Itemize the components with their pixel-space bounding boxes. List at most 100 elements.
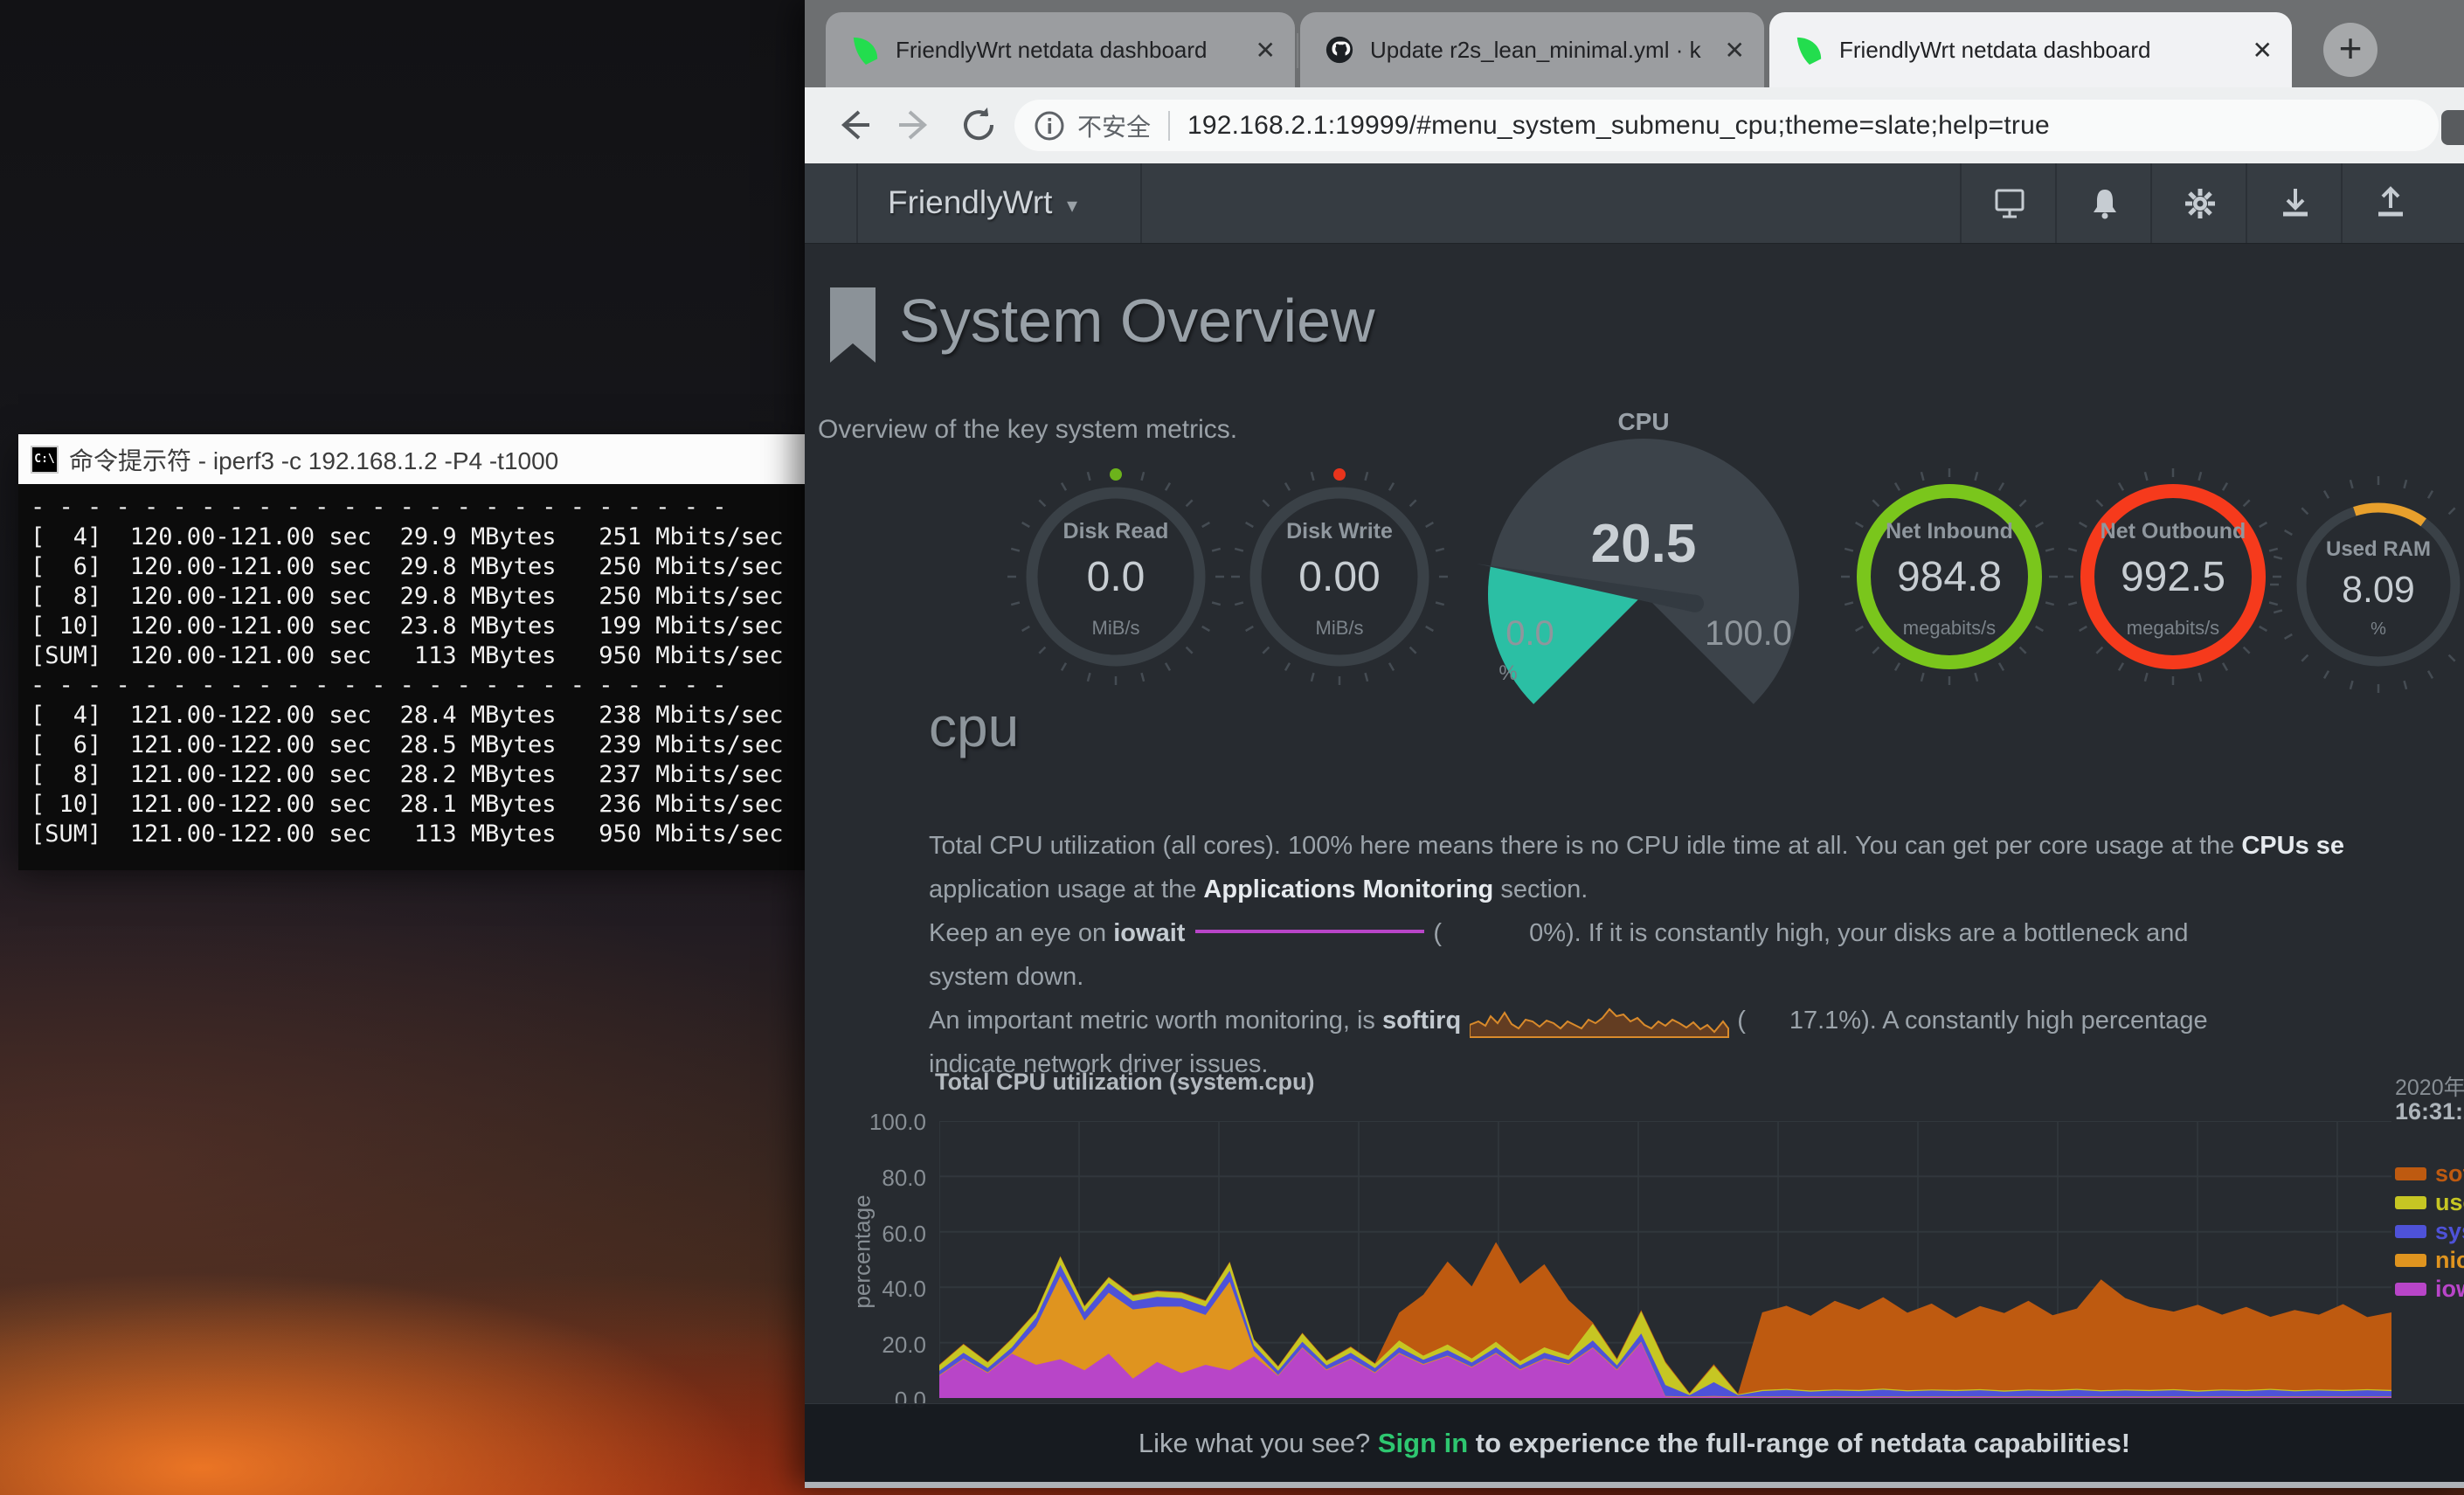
info-icon[interactable] <box>1034 110 1065 142</box>
gauge-unit: MiB/s <box>1226 617 1453 640</box>
gauge-dot <box>1333 468 1346 481</box>
page-title: System Overview <box>899 286 1375 356</box>
tab-github[interactable]: Update r2s_lean_minimal.yml · k ✕ <box>1300 12 1764 87</box>
softirq-sparkline <box>1470 1002 1732 1039</box>
tab-close-icon[interactable]: ✕ <box>2253 36 2273 65</box>
gear-icon <box>2180 183 2220 224</box>
download-icon <box>2276 184 2315 223</box>
legend-swatch <box>2395 1254 2426 1267</box>
host-dropdown[interactable]: FriendlyWrt <box>888 184 1052 221</box>
back-icon[interactable] <box>833 105 873 145</box>
chart-date: 2020年3 <box>2395 1070 2464 1102</box>
netdata-header: FriendlyWrt ▾ <box>805 163 2464 244</box>
gauge-value: 984.8 <box>1836 553 2063 601</box>
import-snapshot-button[interactable] <box>2246 163 2343 243</box>
applications-monitoring-link[interactable]: Applications Monitoring <box>1203 876 1493 903</box>
legend-label: iowait <box>2435 1276 2464 1303</box>
legend-swatch <box>2395 1283 2426 1296</box>
gauge-value: 8.09 <box>2265 569 2464 612</box>
url-bar[interactable]: 不安全 192.168.2.1:19999/#menu_system_subme… <box>1014 100 2439 151</box>
gauge-value: 0.00 <box>1226 553 1453 601</box>
tab-close-icon[interactable]: ✕ <box>1725 36 1745 65</box>
netdata-logo-icon <box>1794 35 1824 65</box>
settings-button[interactable] <box>2150 163 2247 243</box>
iowait-sparkline <box>1195 930 1424 933</box>
gauge-disk-write[interactable]: Disk Write 0.00 MiB/s <box>1226 463 1453 690</box>
legend-item[interactable]: softirq <box>2395 1159 2464 1188</box>
chart-legend[interactable]: softirqusersystemniceiowait <box>2395 1159 2464 1304</box>
terminal-output[interactable]: - - - - - - - - - - - - - - - - - - - - … <box>18 484 805 870</box>
gauge-net-outbound[interactable]: Net Outbound 992.5 megabits/s <box>2059 463 2287 690</box>
export-snapshot-button[interactable] <box>2341 163 2438 243</box>
cpus-link[interactable]: CPUs se <box>2241 832 2344 860</box>
security-label[interactable]: 不安全 <box>1077 108 1151 143</box>
url-separator <box>1168 111 1170 141</box>
ram-arc <box>2355 508 2424 523</box>
gauge-unit: % <box>2265 619 2464 640</box>
cpu-section-heading: cpu <box>929 695 1019 759</box>
legend-item[interactable]: user <box>2395 1188 2464 1217</box>
gauge-unit: megabits/s <box>1836 617 2063 640</box>
gauge-cpu[interactable]: CPU 20.5 0.0 100.0 % <box>1469 406 1818 756</box>
new-tab-button[interactable]: + <box>2323 23 2377 77</box>
chart-time: 16:31:2 <box>2395 1098 2464 1125</box>
legend-swatch <box>2395 1167 2426 1180</box>
legend-item[interactable]: system <box>2395 1217 2464 1246</box>
forward-icon[interactable] <box>896 105 936 145</box>
extension-icon[interactable] <box>2441 110 2464 145</box>
gauge-unit: % <box>1469 661 1547 686</box>
legend-swatch <box>2395 1225 2426 1238</box>
tab-separator <box>1297 33 1298 68</box>
cpu-utilization-chart[interactable] <box>939 1121 2391 1398</box>
print-dashboard-button[interactable] <box>1960 163 2057 243</box>
tab-title: FriendlyWrt netdata dashboard <box>1839 37 2151 64</box>
gauge-net-inbound[interactable]: Net Inbound 984.8 megabits/s <box>1836 463 2063 690</box>
gauge-used-ram[interactable]: Used RAM 8.09 % <box>2265 471 2464 698</box>
gauge-dot <box>1110 468 1122 481</box>
gauge-disk-read[interactable]: Disk Read 0.0 MiB/s <box>1002 463 1229 690</box>
bookmark-icon <box>828 287 877 364</box>
desktop-background: { "terminal": { "icon_label": "C:\\", "t… <box>0 0 2464 1495</box>
legend-label: user <box>2435 1189 2464 1216</box>
gauge-unit: MiB/s <box>1002 617 1229 640</box>
tab-title: FriendlyWrt netdata dashboard <box>896 37 1208 64</box>
tab-friendlywrt-1[interactable]: FriendlyWrt netdata dashboard ✕ <box>826 12 1295 87</box>
chart-title: Total CPU utilization (system.cpu) <box>935 1069 1315 1096</box>
page-subtitle: Overview of the key system metrics. <box>818 415 1237 445</box>
bell-icon <box>2086 184 2124 223</box>
window-bottom-edge <box>805 1482 2464 1488</box>
gauge-unit: megabits/s <box>2059 617 2287 640</box>
browser-window: FriendlyWrt netdata dashboard ✕ Update r… <box>805 0 2464 1488</box>
reload-icon[interactable] <box>959 105 999 145</box>
github-logo-icon <box>1325 35 1354 65</box>
url-text[interactable]: 192.168.2.1:19999/#menu_system_submenu_c… <box>1187 111 2050 141</box>
legend-item[interactable]: iowait <box>2395 1275 2464 1304</box>
cpu-description: Total CPU utilization (all cores). 100% … <box>929 824 2464 1086</box>
chevron-down-icon[interactable]: ▾ <box>1067 193 1077 218</box>
legend-label: system <box>2435 1218 2464 1245</box>
alarms-button[interactable] <box>2055 163 2152 243</box>
legend-item[interactable]: nice <box>2395 1246 2464 1275</box>
legend-swatch <box>2395 1196 2426 1209</box>
terminal-titlebar[interactable]: C:\ 命令提示符 - iperf3 -c 192.168.1.2 -P4 -t… <box>18 434 805 484</box>
gauge-label: Disk Read <box>1002 519 1229 544</box>
upload-icon <box>2371 184 2410 223</box>
gauge-value: 0.0 <box>1002 553 1229 601</box>
tab-friendlywrt-2-active[interactable]: FriendlyWrt netdata dashboard ✕ <box>1769 12 2292 87</box>
netdata-page: FriendlyWrt ▾ <box>805 163 2464 1482</box>
gauge-label: Disk Write <box>1226 519 1453 544</box>
cmd-icon: C:\ <box>31 446 59 474</box>
tab-strip: FriendlyWrt netdata dashboard ✕ Update r… <box>805 0 2464 87</box>
gauge-label: Used RAM <box>2265 537 2464 562</box>
legend-label: softirq <box>2435 1160 2464 1187</box>
gauge-max: 100.0 <box>1678 614 1818 654</box>
monitor-icon <box>1990 184 2029 223</box>
gauge-label: Net Outbound <box>2059 519 2287 544</box>
sign-in-link[interactable]: Sign in <box>1378 1428 1468 1458</box>
gauge-value: 992.5 <box>2059 553 2287 601</box>
tab-close-icon[interactable]: ✕ <box>1256 36 1276 65</box>
gauge-label: Net Inbound <box>1836 519 2063 544</box>
signin-banner: Like what you see? Sign in to experience… <box>805 1403 2464 1482</box>
gauge-label: CPU <box>1469 408 1818 436</box>
terminal-window[interactable]: C:\ 命令提示符 - iperf3 -c 192.168.1.2 -P4 -t… <box>18 434 805 862</box>
